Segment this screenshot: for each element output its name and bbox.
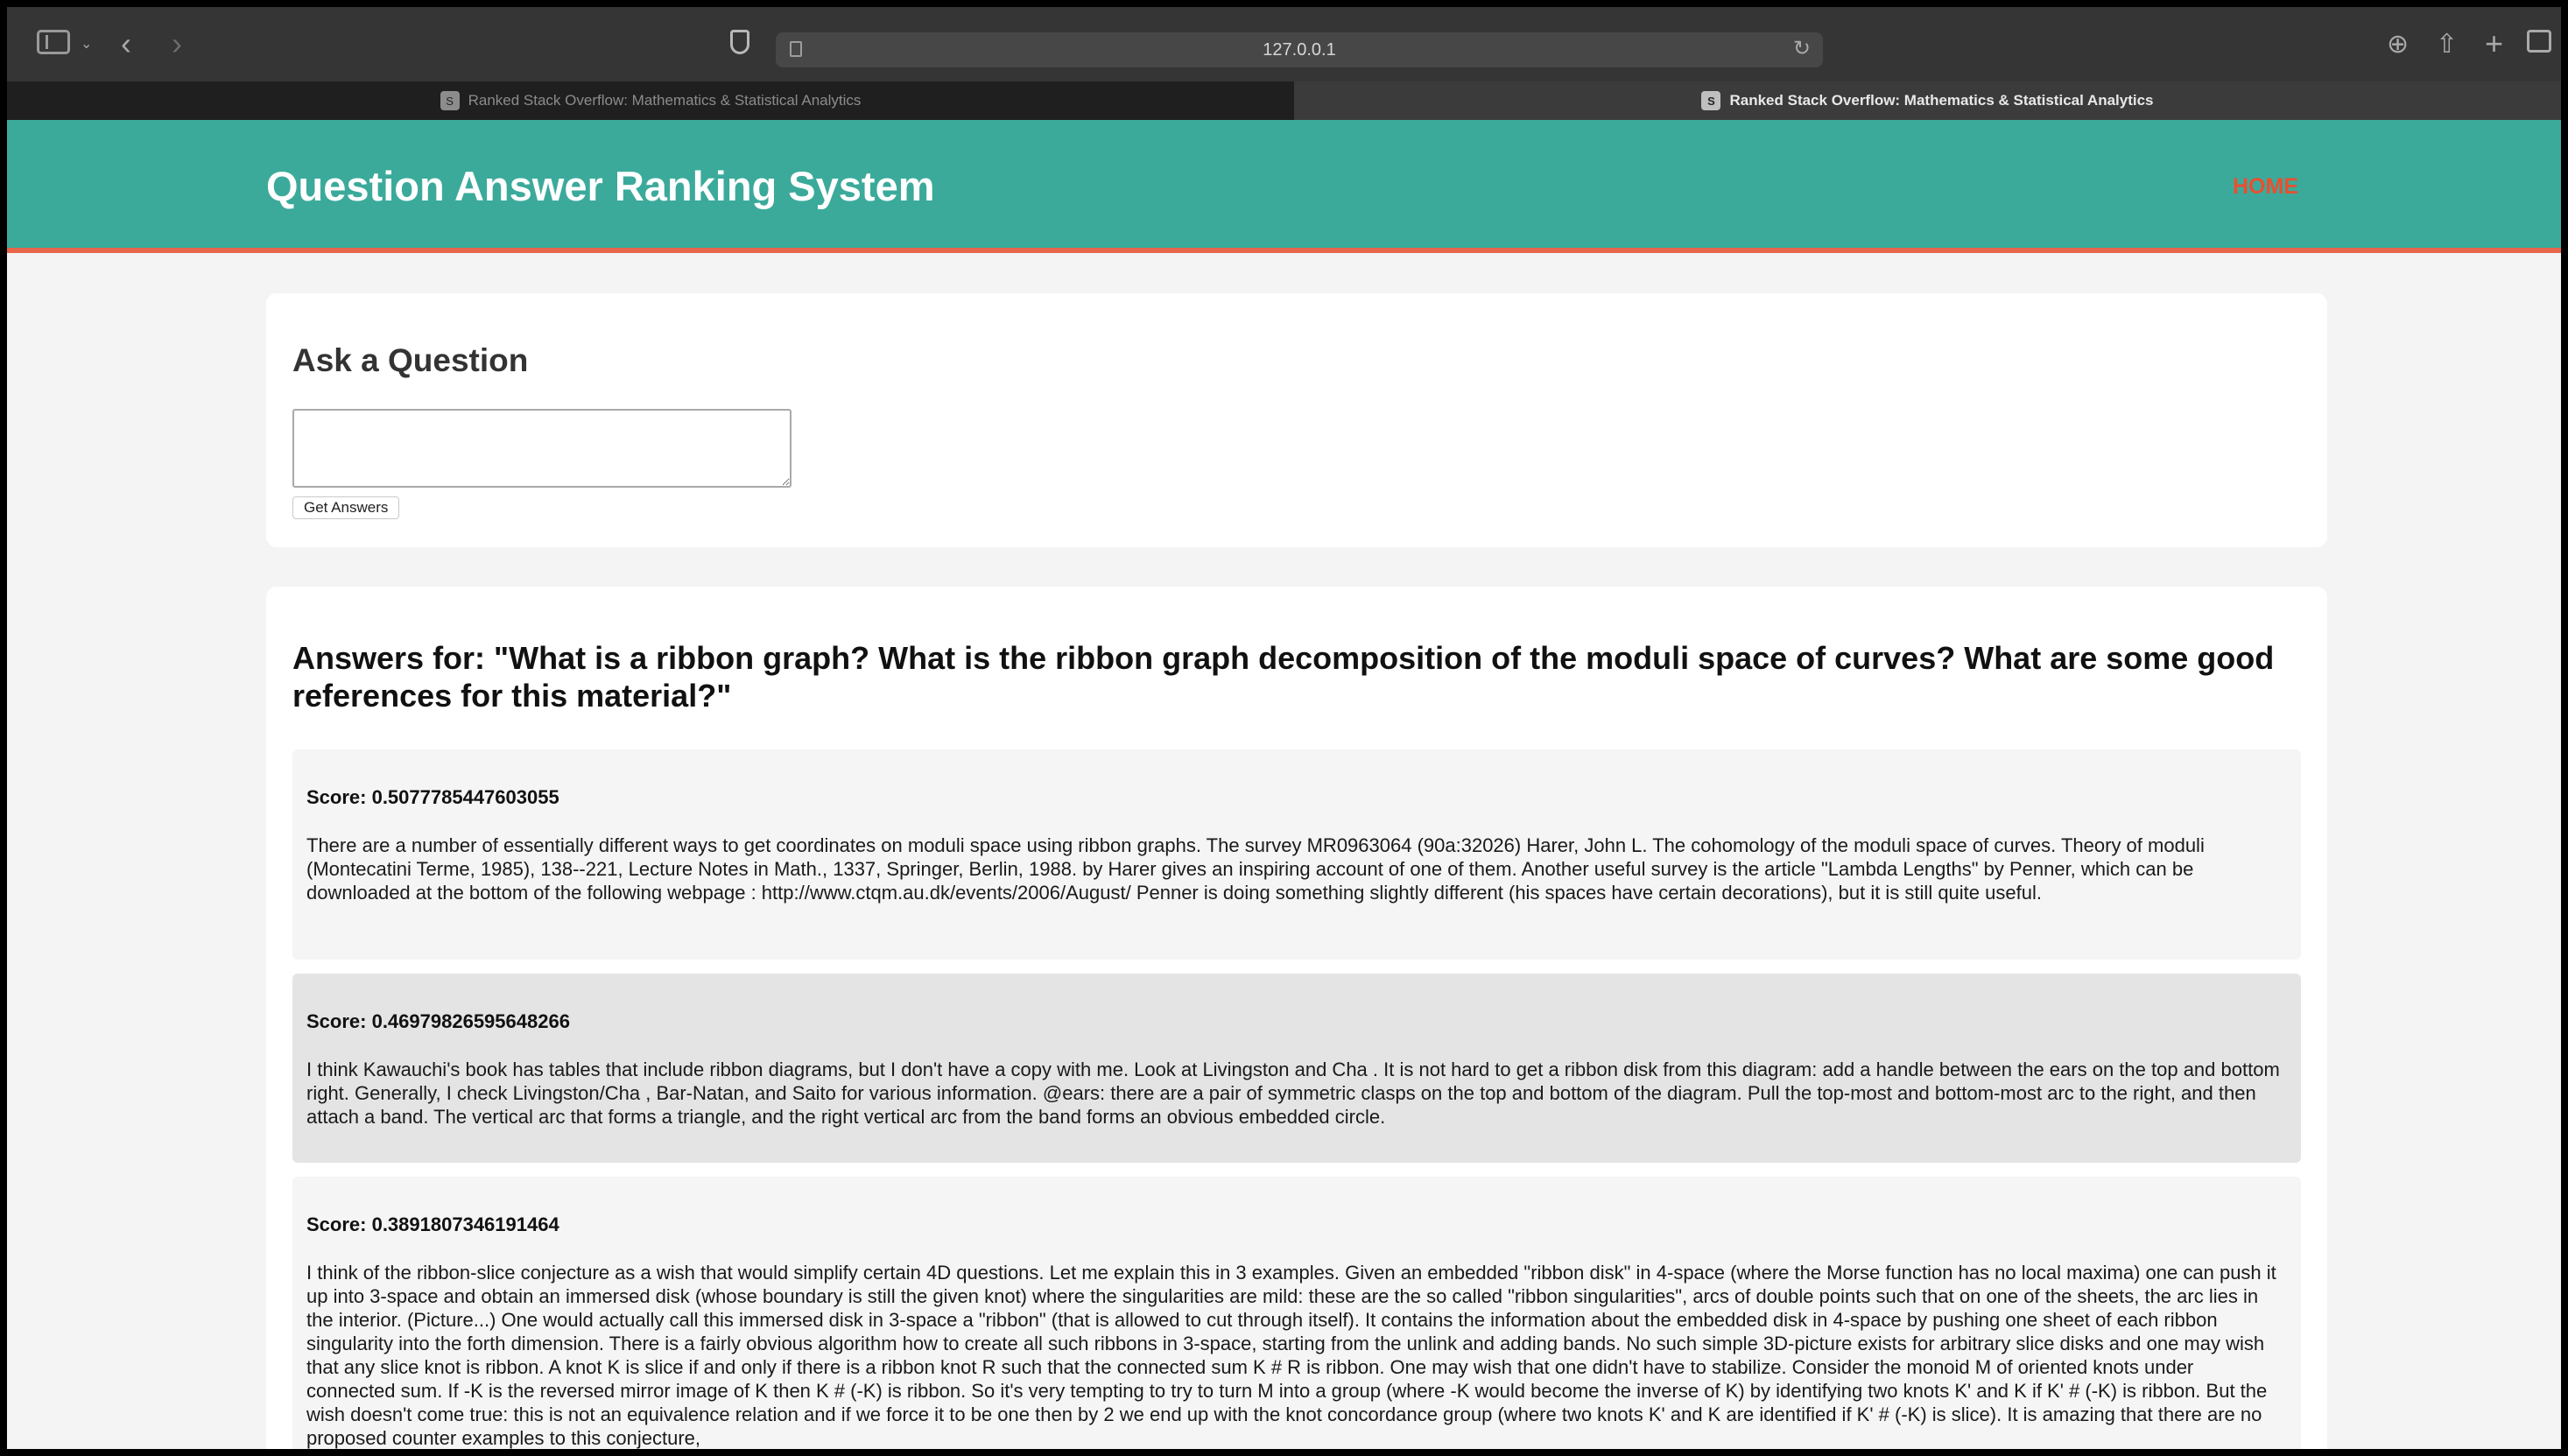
site-title: Question Answer Ranking System <box>266 163 935 209</box>
browser-window: ⌄ ‹ › 127.0.0.1 ↻ ⊕ ⇧ + S Ranked Stack O… <box>7 7 2561 1449</box>
answers-card: Answers for: "What is a ribbon graph? Wh… <box>266 587 2327 1449</box>
site-header: Question Answer Ranking System HOME <box>7 120 2561 253</box>
answer-score: Score: 0.3891807346191464 <box>306 1213 559 1235</box>
answer-item: Score: 0.3891807346191464 I think of the… <box>292 1177 2301 1449</box>
answer-text: There are a number of essentially differ… <box>306 834 2205 904</box>
address-bar[interactable]: 127.0.0.1 ↻ <box>776 32 1823 67</box>
url-text: 127.0.0.1 <box>1263 40 1336 60</box>
back-icon[interactable]: ‹ <box>121 25 131 61</box>
answer-text: I think Kawauchi's book has tables that … <box>306 1059 2280 1128</box>
question-input[interactable] <box>292 409 792 488</box>
answer-item: Score: 0.5077785447603055 There are a nu… <box>292 749 2301 960</box>
answer-score: Score: 0.5077785447603055 <box>306 786 559 808</box>
browser-tab-2[interactable]: S Ranked Stack Overflow: Mathematics & S… <box>1294 81 2561 120</box>
home-link[interactable]: HOME <box>2233 174 2298 200</box>
new-tab-icon[interactable]: + <box>2485 25 2503 61</box>
answers-title: Answers for: "What is a ribbon graph? Wh… <box>292 640 2275 714</box>
download-icon[interactable]: ⊕ <box>2387 30 2409 59</box>
tab-label: Ranked Stack Overflow: Mathematics & Sta… <box>468 92 862 109</box>
ask-question-card: Ask a Question Get Answers <box>266 293 2327 547</box>
sidebar-toggle-icon[interactable] <box>37 30 70 54</box>
tab-overview-icon[interactable] <box>2527 30 2551 53</box>
answer-score: Score: 0.46979826595648266 <box>306 1010 570 1032</box>
privacy-shield-icon[interactable] <box>730 30 749 54</box>
answer-item: Score: 0.46979826595648266 I think Kawau… <box>292 974 2301 1163</box>
tab-label: Ranked Stack Overflow: Mathematics & Sta… <box>1729 92 2154 109</box>
get-answers-button[interactable]: Get Answers <box>292 496 400 519</box>
browser-toolbar: ⌄ ‹ › 127.0.0.1 ↻ ⊕ ⇧ + <box>7 7 2561 81</box>
tab-strip: S Ranked Stack Overflow: Mathematics & S… <box>7 81 2561 120</box>
browser-tab-1[interactable]: S Ranked Stack Overflow: Mathematics & S… <box>7 81 1294 120</box>
ask-question-title: Ask a Question <box>292 342 529 378</box>
answer-text: I think of the ribbon-slice conjecture a… <box>306 1262 2276 1449</box>
forward-icon[interactable]: › <box>172 25 182 61</box>
reload-icon[interactable]: ↻ <box>1793 36 1811 61</box>
favicon-icon: S <box>1701 91 1721 110</box>
share-icon[interactable]: ⇧ <box>2436 30 2458 59</box>
favicon-icon: S <box>440 91 460 110</box>
chevron-down-icon[interactable]: ⌄ <box>81 30 92 58</box>
